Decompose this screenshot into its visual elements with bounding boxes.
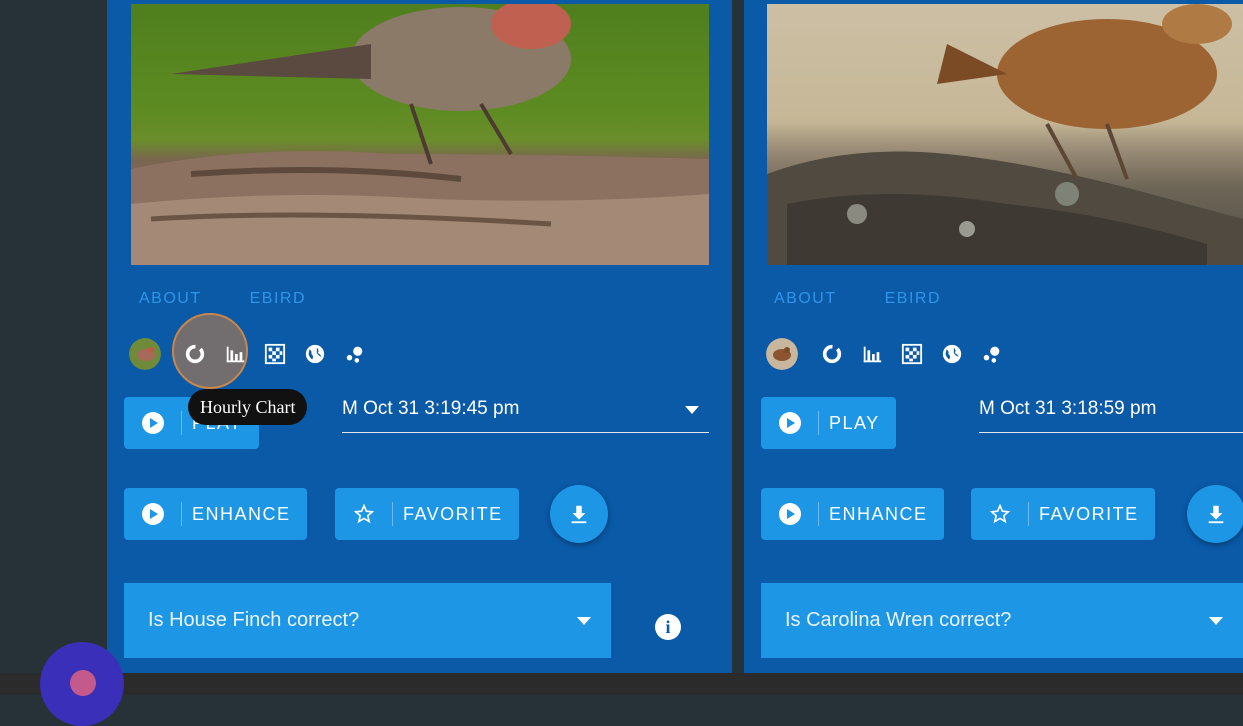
about-link[interactable]: ABOUT [774,290,837,308]
download-icon [571,505,587,524]
ebird-link[interactable]: EBIRD [250,290,306,308]
download-icon [1208,505,1224,524]
play-icon [761,397,819,449]
play-icon [124,397,182,449]
detection-card-carolina-wren: ABOUT EBIRD PLAY M Oct 31 3:18:59 pm ENH… [744,0,1243,673]
detection-card-house-finch: ABOUT EBIRD PLAY M Oct 31 3:19:45 pm [107,0,732,673]
floating-action-button[interactable] [40,642,124,726]
info-icon[interactable]: i [655,614,681,640]
favorite-button[interactable]: FAVORITE [971,488,1155,540]
play-icon [124,488,182,540]
card-icon-row [766,336,1012,372]
dropdown-caret-icon [577,617,591,625]
globe-icon[interactable] [932,336,972,372]
timestamp-text: M Oct 31 3:18:59 pm [979,398,1157,419]
globe-icon[interactable] [295,336,335,372]
star-icon [971,488,1029,540]
play-button[interactable]: PLAY [761,397,896,449]
hourly-chart-icon[interactable] [812,336,852,372]
species-confirm-select[interactable]: Is Carolina Wren correct? [761,583,1243,658]
download-button[interactable] [1187,485,1243,543]
card-links: ABOUT EBIRD [139,290,306,308]
hourly-chart-tooltip: Hourly Chart [188,389,308,425]
question-text: Is House Finch correct? [148,609,360,631]
grid-icon[interactable] [255,336,295,372]
species-avatar[interactable] [129,338,161,370]
bird-photo [767,4,1243,265]
card-links: ABOUT EBIRD [774,290,941,308]
bird-photo [131,4,709,265]
favorite-button[interactable]: FAVORITE [335,488,519,540]
card-gap [732,0,744,673]
bar-chart-icon[interactable] [852,336,892,372]
species-confirm-select[interactable]: Is House Finch correct? [124,583,611,658]
bottom-bar [0,673,1243,695]
card-icon-row [129,336,375,372]
hourly-chart-icon[interactable] [175,336,215,372]
bar-chart-icon[interactable] [215,336,255,372]
enhance-button[interactable]: ENHANCE [761,488,944,540]
scatter-icon[interactable] [972,336,1012,372]
recording-select[interactable]: M Oct 31 3:19:45 pm [342,396,709,433]
dropdown-caret-icon [685,406,699,414]
ebird-link[interactable]: EBIRD [885,290,941,308]
species-avatar[interactable] [766,338,798,370]
left-rail [0,0,107,673]
timestamp-text: M Oct 31 3:19:45 pm [342,398,520,419]
dropdown-caret-icon [1209,617,1223,625]
user-dot-icon [70,670,96,696]
question-text: Is Carolina Wren correct? [785,609,1012,631]
recording-select[interactable]: M Oct 31 3:18:59 pm [979,396,1243,433]
scatter-icon[interactable] [335,336,375,372]
play-icon [761,488,819,540]
download-button[interactable] [550,485,608,543]
enhance-button[interactable]: ENHANCE [124,488,307,540]
star-icon [335,488,393,540]
grid-icon[interactable] [892,336,932,372]
about-link[interactable]: ABOUT [139,290,202,308]
